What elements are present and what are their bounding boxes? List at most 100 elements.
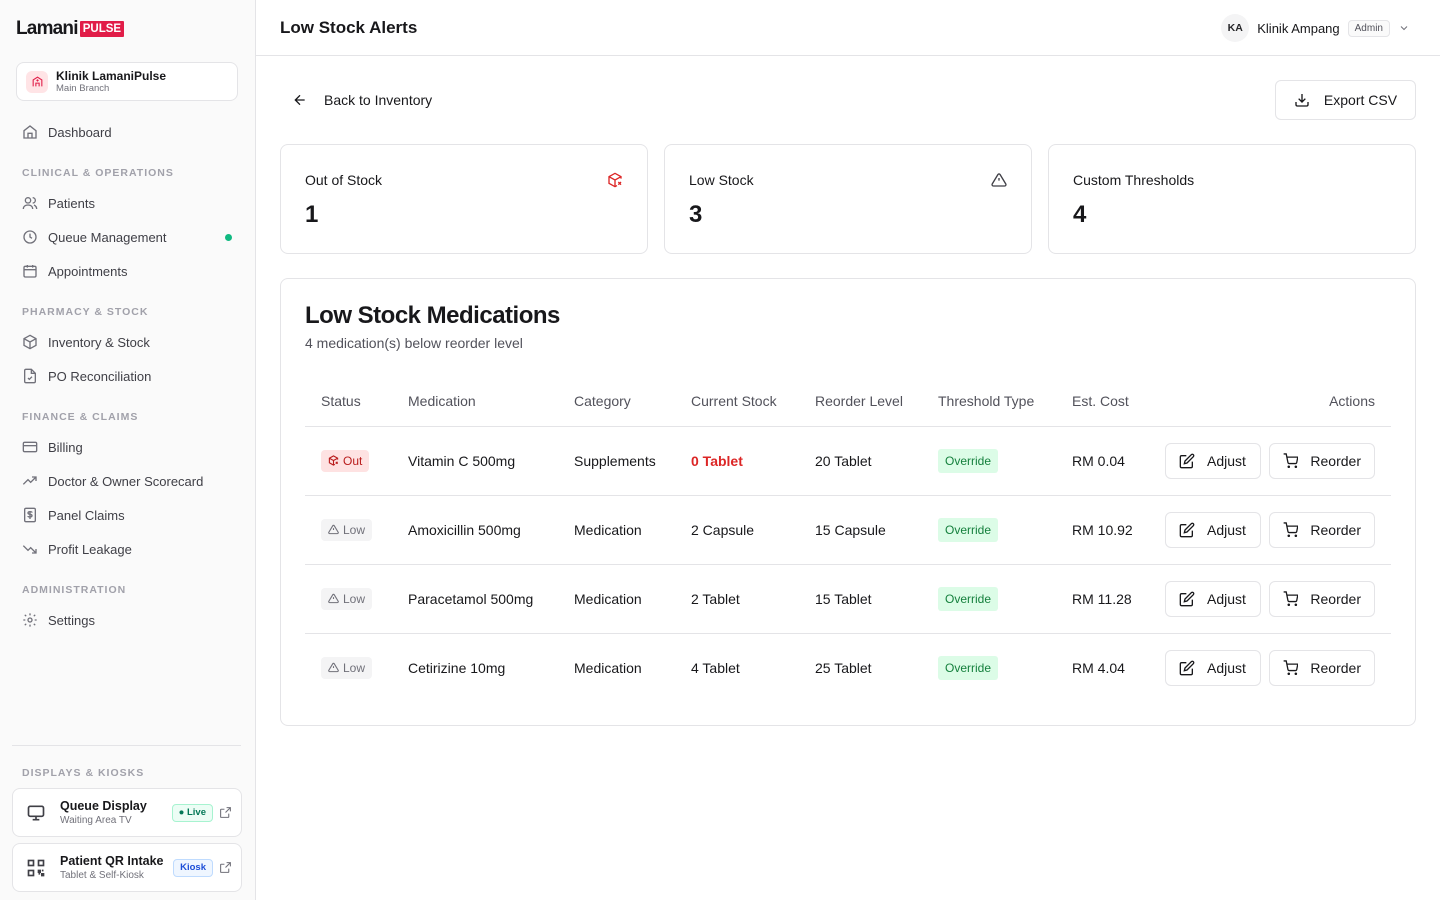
status-badge: Low	[321, 587, 373, 610]
kiosk-sub: Waiting Area TV	[60, 814, 132, 826]
clinic-icon	[26, 70, 48, 93]
medication-name: Vitamin C 500mg	[408, 426, 574, 496]
col-medication: Medication	[408, 376, 574, 427]
table-row: Low Amoxicillin 500mg Medication 2 Capsu…	[305, 495, 1391, 565]
adjust-button[interactable]: Adjust	[1165, 442, 1261, 479]
clock-icon	[23, 230, 37, 244]
download-icon	[1295, 94, 1309, 107]
file-check-icon	[24, 368, 36, 384]
live-badge: ● Live	[171, 803, 213, 822]
adjust-button[interactable]: Adjust	[1165, 511, 1261, 548]
current-stock: 2 Capsule	[691, 495, 815, 565]
status-badge: Low	[321, 656, 373, 679]
nav-section-clinical: CLINICAL & OPERATIONS	[22, 167, 174, 179]
nav-profit-leakage[interactable]: Profit Leakage	[22, 536, 240, 562]
nav-label: Dashboard	[48, 124, 112, 140]
stat-value: 4	[1073, 201, 1087, 228]
nav-label: Queue Management	[48, 229, 167, 245]
current-stock: 0 Tablet	[691, 426, 815, 496]
queue-live-dot	[225, 234, 232, 241]
status-text: Low	[343, 522, 366, 537]
table-row: Low Cetirizine 10mg Medication 4 Tablet …	[305, 633, 1391, 702]
adjust-button[interactable]: Adjust	[1165, 580, 1261, 617]
export-label: Export CSV	[1323, 92, 1398, 108]
external-link-icon[interactable]	[219, 861, 232, 874]
sidebar-divider	[12, 745, 241, 746]
threshold-badge: Override	[938, 517, 999, 542]
export-csv-button[interactable]: Export CSV	[1275, 80, 1416, 120]
table-row: Out Vitamin C 500mg Supplements 0 Tablet…	[305, 426, 1391, 496]
cart-icon	[1283, 521, 1299, 537]
users-icon	[22, 197, 38, 210]
stat-card-low-stock: Low Stock 3	[664, 144, 1032, 254]
clinic-switcher[interactable]: Klinik LamaniPulse Main Branch	[16, 62, 238, 101]
nav-label: Patients	[48, 195, 95, 211]
adjust-button[interactable]: Adjust	[1165, 649, 1261, 686]
medication-name: Cetirizine 10mg	[408, 659, 506, 676]
sidebar: Lamani PULSE Klinik LamaniPulse Main Bra…	[0, 0, 256, 900]
nav-appointments[interactable]: Appointments	[22, 258, 240, 284]
reorder-label: Reorder	[1310, 590, 1361, 607]
nav-dashboard[interactable]: Dashboard	[22, 119, 240, 145]
reorder-button[interactable]: Reorder	[1269, 442, 1375, 479]
category: Supplements	[574, 426, 691, 496]
stat-value: 3	[689, 201, 703, 228]
current-stock: 2 Tablet	[691, 564, 815, 634]
nav-label: PO Reconciliation	[48, 368, 152, 384]
edit-icon	[1179, 660, 1195, 676]
status-badge: Low	[321, 518, 373, 541]
user-menu[interactable]: KA Klinik Ampang Admin	[1221, 14, 1410, 42]
threshold-badge: Override	[938, 448, 999, 473]
nav-billing[interactable]: Billing	[22, 434, 240, 460]
nav-section-pharmacy: PHARMACY & STOCK	[22, 306, 149, 318]
reorder-button[interactable]: Reorder	[1269, 511, 1375, 548]
alert-triangle-icon	[328, 524, 339, 535]
nav-patients[interactable]: Patients	[22, 190, 240, 216]
reorder-level: 20 Tablet	[815, 426, 938, 496]
arrow-left-icon	[294, 94, 305, 106]
status-badge: Out	[321, 449, 370, 472]
kiosk-title: Queue Display	[60, 798, 147, 813]
monitor-icon	[27, 805, 45, 820]
reorder-button[interactable]: Reorder	[1269, 649, 1375, 686]
kiosk-title: Patient QR Intake	[60, 853, 164, 868]
package-x-icon	[328, 455, 339, 466]
nav-panel-claims[interactable]: Panel Claims	[22, 502, 240, 528]
stat-label: Custom Thresholds	[1073, 172, 1195, 188]
current-stock: 4 Tablet	[691, 659, 740, 676]
brand-logo[interactable]: Lamani PULSE	[16, 18, 125, 39]
queue-display-card[interactable]: Queue Display Waiting Area TV ● Live	[12, 788, 242, 837]
nav-label: Settings	[48, 612, 95, 628]
nav-label: Billing	[48, 439, 83, 455]
est-cost: RM 11.28	[1072, 564, 1162, 634]
stat-label: Out of Stock	[305, 172, 383, 188]
nav-section-finance: FINANCE & CLAIMS	[22, 411, 139, 423]
nav-queue[interactable]: Queue Management	[22, 224, 240, 250]
nav-inventory[interactable]: Inventory & Stock	[22, 329, 240, 355]
edit-icon	[1179, 591, 1195, 606]
category: Medication	[574, 564, 691, 634]
low-stock-table: Status Medication Category Current Stock…	[305, 376, 1391, 702]
category: Medication	[574, 659, 642, 676]
est-cost: RM 4.04	[1072, 659, 1125, 676]
reorder-button[interactable]: Reorder	[1269, 580, 1375, 617]
stat-label: Low Stock	[689, 172, 754, 188]
table-header-row: Status Medication Category Current Stock…	[305, 376, 1391, 427]
edit-icon	[1179, 522, 1195, 537]
back-to-inventory-link[interactable]: Back to Inventory	[292, 90, 432, 110]
nav-scorecard[interactable]: Doctor & Owner Scorecard	[22, 468, 240, 494]
nav-settings[interactable]: Settings	[22, 607, 240, 633]
cart-icon	[1283, 590, 1299, 606]
nav-po-reconciliation[interactable]: PO Reconciliation	[22, 363, 240, 389]
back-label: Back to Inventory	[324, 92, 433, 108]
patient-qr-intake-card[interactable]: Patient QR Intake Tablet & Self-Kiosk Ki…	[12, 843, 242, 892]
top-bar: Low Stock Alerts KA Klinik Ampang Admin	[256, 0, 1440, 56]
col-reorder-level: Reorder Level	[815, 376, 938, 427]
adjust-label: Adjust	[1207, 452, 1246, 469]
nav-label: Profit Leakage	[48, 541, 132, 557]
nav-section-admin: ADMINISTRATION	[22, 584, 127, 596]
external-link-icon[interactable]	[219, 806, 232, 819]
nav-label: Panel Claims	[48, 507, 125, 523]
package-x-icon	[608, 172, 622, 188]
adjust-label: Adjust	[1207, 521, 1246, 538]
